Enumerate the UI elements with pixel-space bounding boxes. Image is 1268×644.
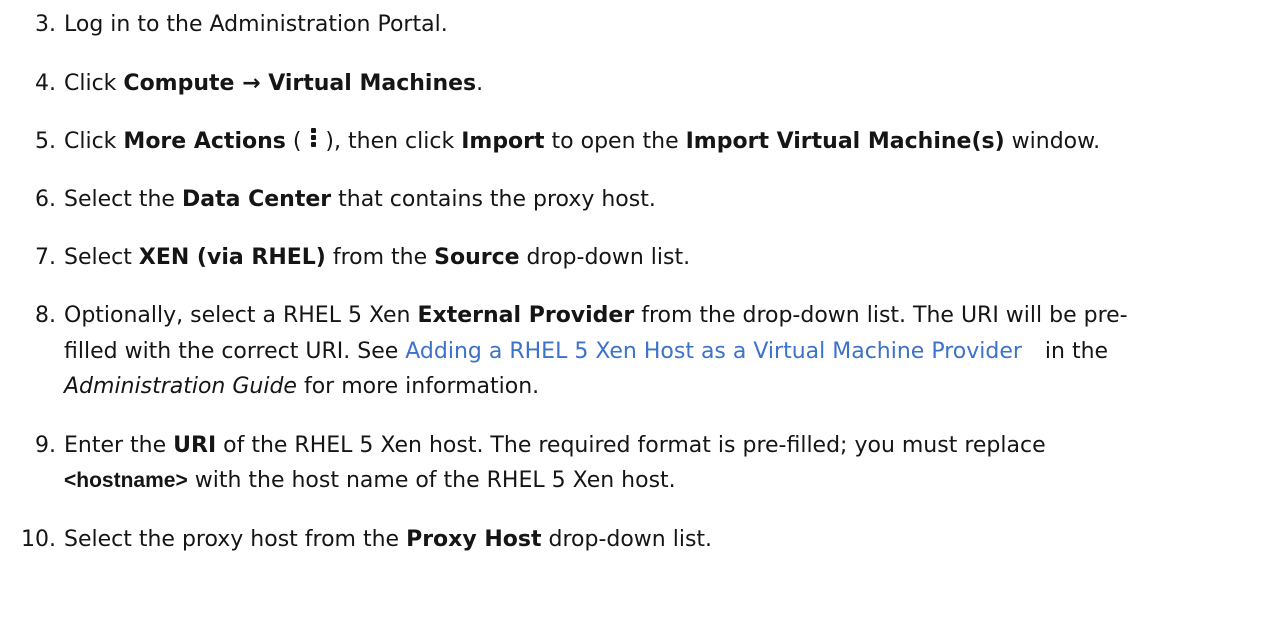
kebab-menu-icon bbox=[308, 128, 318, 150]
step-text: Log in to the Administration Portal. bbox=[64, 12, 448, 37]
proxy-host-label: Proxy Host bbox=[406, 527, 542, 552]
more-actions-label: More Actions bbox=[123, 129, 286, 154]
step-number: 9. bbox=[35, 433, 56, 458]
step-text: filled with the correct URI. See Adding … bbox=[64, 339, 1109, 364]
data-center-label: Data Center bbox=[181, 187, 332, 212]
source-label: Source bbox=[434, 245, 520, 270]
menu-virtual-machines: Virtual Machines bbox=[268, 71, 477, 96]
step-number: 8. bbox=[35, 303, 56, 328]
step-text: Select XEN (via RHEL) from the Source dr… bbox=[64, 245, 691, 270]
step-number: 5. bbox=[35, 129, 56, 154]
step-text: Optionally, select a RHEL 5 Xen External… bbox=[64, 303, 1128, 328]
step-text: Enter the URI of the RHEL 5 Xen host. Th… bbox=[64, 433, 1046, 458]
import-window-label: Import Virtual Machine(s) bbox=[685, 129, 1005, 154]
step-number: 10. bbox=[21, 527, 56, 552]
xen-option-label: XEN (via RHEL) bbox=[138, 245, 326, 270]
adding-xen-host-link[interactable]: Adding a RHEL 5 Xen Host as a Virtual Ma… bbox=[405, 339, 1022, 364]
menu-compute: Compute bbox=[123, 71, 235, 96]
step-text: Administration Guide for more informatio… bbox=[64, 374, 540, 399]
step-text: Select the proxy host from the Proxy Hos… bbox=[64, 527, 713, 552]
step-text: Select the Data Center that contains the… bbox=[64, 187, 656, 212]
step-number: 7. bbox=[35, 245, 56, 270]
step-number: 4. bbox=[35, 71, 56, 96]
uri-label: URI bbox=[173, 433, 217, 458]
step-number: 6. bbox=[35, 187, 56, 212]
step-number: 3. bbox=[35, 12, 56, 37]
step-text: Click Compute → Virtual Machines. bbox=[64, 71, 484, 96]
import-label: Import bbox=[461, 129, 545, 154]
administration-guide-title: Administration Guide bbox=[64, 374, 297, 399]
external-provider-label: External Provider bbox=[417, 303, 635, 328]
hostname-placeholder: <hostname> bbox=[64, 469, 188, 492]
step-text: Click More Actions ( ), then click Impor… bbox=[64, 128, 1101, 154]
step-text: <hostname> with the host name of the RHE… bbox=[64, 468, 676, 493]
